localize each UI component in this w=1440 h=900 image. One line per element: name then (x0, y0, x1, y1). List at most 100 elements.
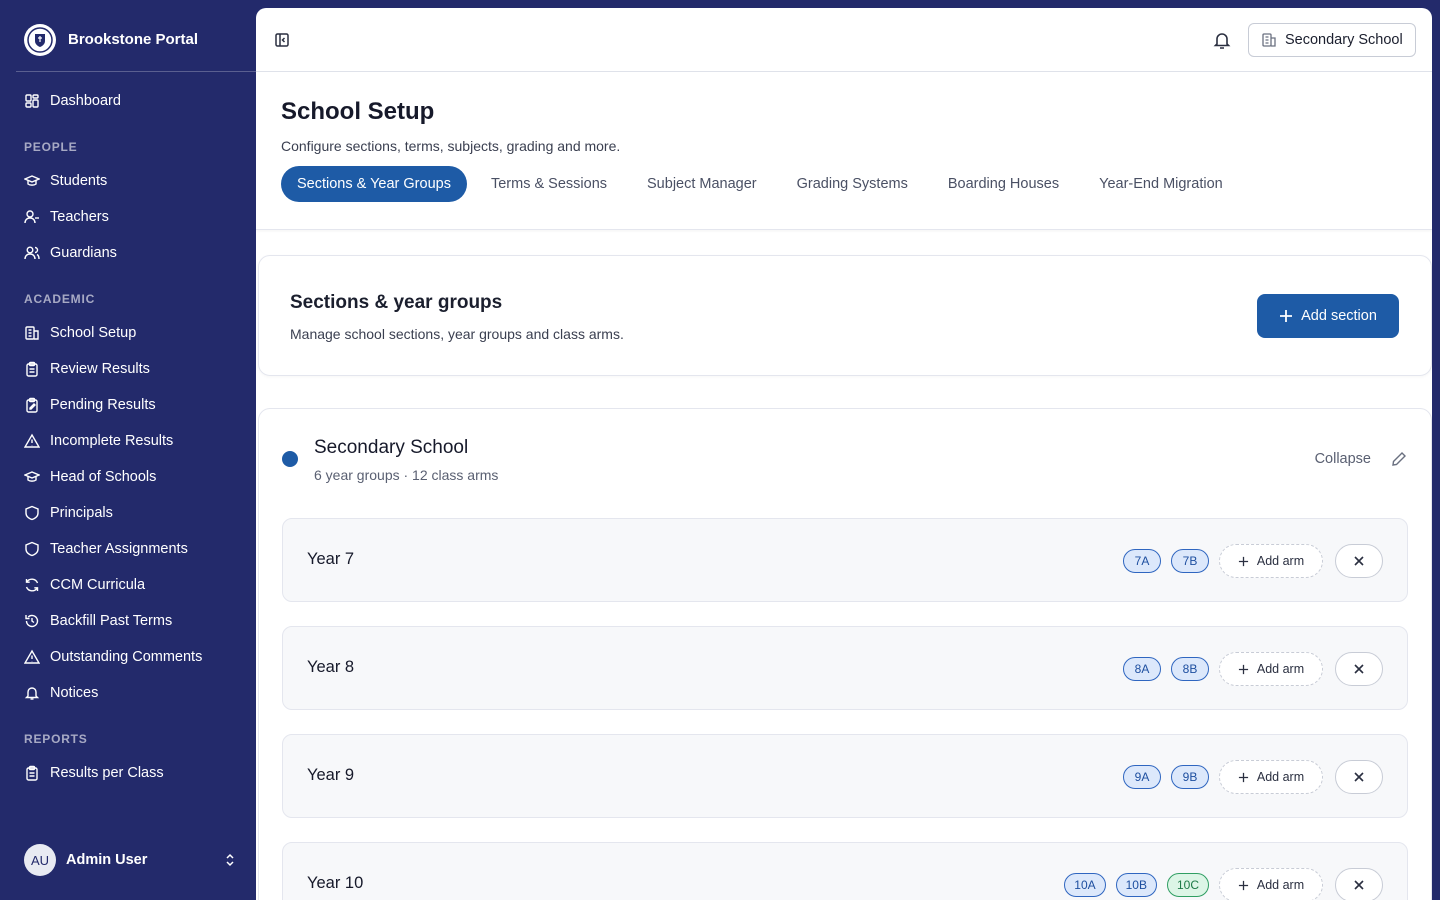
dashboard-icon (25, 94, 39, 108)
class-arm-badge[interactable]: 9A (1123, 765, 1161, 789)
building-icon (25, 326, 39, 340)
warning-icon (24, 649, 40, 664)
class-arm-badge[interactable]: 7A (1123, 549, 1161, 573)
sidebar-item-head-of-schools[interactable]: Head of Schools (16, 460, 240, 494)
class-arm-badge[interactable]: 10A (1064, 873, 1106, 897)
sidebar-item-backfill-past-terms[interactable]: Backfill Past Terms (16, 604, 240, 638)
sidebar-item-school-setup[interactable]: School Setup (16, 316, 240, 350)
user-menu[interactable]: AU Admin User (24, 842, 236, 878)
tab-year-end-migration[interactable]: Year-End Migration (1083, 166, 1239, 202)
sidebar-item-principals[interactable]: Principals (16, 496, 240, 530)
year-row: Year 10 10A 10B 10C Add arm (282, 842, 1408, 900)
sidebar-item-label: Notices (50, 685, 99, 701)
sidebar-item-incomplete-results[interactable]: Incomplete Results (16, 424, 240, 458)
close-icon (1354, 772, 1364, 782)
plus-icon (1238, 556, 1248, 566)
sections-card-title: Sections & year groups (290, 292, 503, 313)
users-icon (24, 246, 40, 260)
tab-boarding-houses[interactable]: Boarding Houses (932, 166, 1075, 202)
add-section-button[interactable]: Add section (1257, 294, 1399, 338)
sidebar-item-teachers[interactable]: Teachers (16, 200, 240, 234)
sidebar-item-notices[interactable]: Notices (16, 676, 240, 710)
year-row: Year 8 8A 8B Add arm (282, 626, 1408, 710)
add-section-label: Add section (1301, 308, 1377, 324)
sidebar-item-guardians[interactable]: Guardians (16, 236, 240, 270)
notifications-button[interactable] (1212, 30, 1232, 55)
main-content: Secondary School School Setup Configure … (256, 8, 1432, 900)
pencil-icon (1392, 452, 1406, 466)
class-arm-badge[interactable]: 8A (1123, 657, 1161, 681)
user-icon (24, 210, 39, 224)
page-title: School Setup (281, 98, 435, 125)
school-crest-logo (24, 23, 56, 56)
clipboard-icon (26, 361, 38, 377)
history-icon (25, 614, 39, 628)
sidebar-item-review-results[interactable]: Review Results (16, 352, 240, 386)
close-icon (1354, 664, 1364, 674)
sidebar-item-label: Principals (50, 505, 113, 521)
refresh-icon (25, 578, 39, 592)
class-arms: 8A 8B Add arm (1123, 652, 1323, 686)
class-arm-badge[interactable]: 10C (1166, 873, 1209, 897)
tab-sections-year-groups[interactable]: Sections & Year Groups (281, 166, 467, 202)
sidebar-item-outstanding-comments[interactable]: Outstanding Comments (16, 640, 240, 674)
plus-icon (1280, 310, 1293, 322)
section-color-dot (282, 451, 298, 467)
sidebar-item-label: Outstanding Comments (50, 649, 203, 665)
tab-subject-manager[interactable]: Subject Manager (631, 166, 773, 202)
brand[interactable]: Brookstone Portal (16, 8, 256, 72)
remove-year-button[interactable] (1335, 760, 1383, 794)
sidebar-item-label: Teachers (50, 209, 109, 225)
sidebar-item-results-per-class[interactable]: Results per Class (16, 756, 240, 790)
close-icon (1354, 556, 1364, 566)
class-arms: 9A 9B Add arm (1123, 760, 1323, 794)
page-subtitle: Configure sections, terms, subjects, gra… (281, 138, 621, 154)
sidebar-toggle-button[interactable] (272, 30, 292, 50)
add-arm-button[interactable]: Add arm (1219, 868, 1323, 900)
tab-terms-sessions[interactable]: Terms & Sessions (475, 166, 623, 202)
sidebar-item-ccm-curricula[interactable]: CCM Curricula (16, 568, 240, 602)
sidebar-item-students[interactable]: Students (16, 164, 240, 198)
sidebar-item-pending-results[interactable]: Pending Results (16, 388, 240, 422)
sidebar-item-label: Guardians (50, 245, 117, 261)
avatar: AU (24, 844, 56, 876)
school-selector-label: Secondary School (1285, 32, 1403, 48)
sidebar-item-label: Results per Class (50, 765, 164, 781)
warning-icon (24, 433, 40, 448)
sidebar: Brookstone Portal Dashboard PEOPLE Stude… (0, 0, 256, 900)
add-arm-button[interactable]: Add arm (1219, 760, 1323, 794)
page-header: School Setup Configure sections, terms, … (256, 72, 1432, 230)
sidebar-item-label: School Setup (50, 325, 137, 341)
add-arm-button[interactable]: Add arm (1219, 652, 1323, 686)
sidebar-item-label: Teacher Assignments (50, 541, 188, 557)
class-arm-badge[interactable]: 8B (1171, 657, 1209, 681)
plus-icon (1238, 772, 1248, 782)
remove-year-button[interactable] (1335, 652, 1383, 686)
class-arm-badge[interactable]: 9B (1171, 765, 1209, 789)
shield-icon (25, 505, 39, 521)
sidebar-item-teacher-assignments[interactable]: Teacher Assignments (16, 532, 240, 566)
add-arm-button[interactable]: Add arm (1219, 544, 1323, 578)
sidebar-item-dashboard[interactable]: Dashboard (16, 84, 240, 118)
class-arm-badge[interactable]: 7B (1171, 549, 1209, 573)
section-meta: 6 year groups · 12 class arms (314, 467, 499, 483)
panel-left-icon (275, 32, 289, 47)
collapse-button[interactable]: Collapse (1315, 451, 1371, 467)
bell-icon (24, 687, 40, 700)
sections-card: Sections & year groups Manage school sec… (258, 255, 1432, 376)
user-name: Admin User (66, 852, 148, 868)
school-selector[interactable]: Secondary School (1248, 23, 1416, 57)
year-label: Year 8 (307, 658, 355, 676)
sidebar-nav: Dashboard PEOPLE Students Teachers Guard… (16, 84, 240, 792)
clipboard-edit-icon (26, 397, 38, 413)
section-name: Secondary School (314, 437, 469, 458)
class-arm-badge[interactable]: 10B (1115, 873, 1157, 897)
remove-year-button[interactable] (1335, 544, 1383, 578)
remove-year-button[interactable] (1335, 868, 1383, 900)
plus-icon (1238, 664, 1248, 674)
class-arms: 7A 7B Add arm (1123, 544, 1323, 578)
bell-icon (1213, 33, 1231, 49)
tab-grading-systems[interactable]: Grading Systems (781, 166, 924, 202)
section-group-card: Secondary School 6 year groups · 12 clas… (258, 408, 1432, 900)
edit-section-button[interactable] (1391, 451, 1407, 472)
